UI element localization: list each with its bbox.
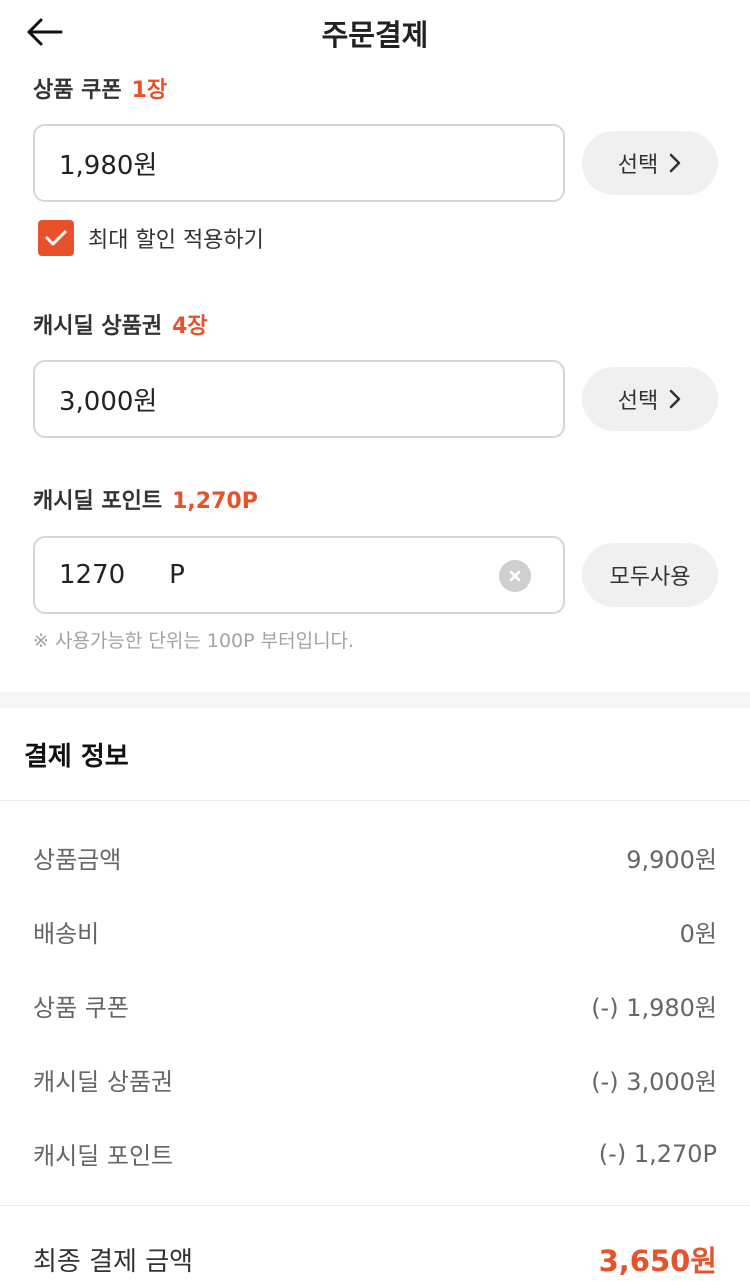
voucher-section-label: 캐시딜 상품권 4장 (33, 308, 208, 340)
payment-row-value: (-) 1,980원 (591, 994, 717, 1022)
coupon-label: 상품 쿠폰 (33, 78, 122, 103)
points-use-all-label: 모두사용 (609, 565, 691, 590)
voucher-count: 4장 (172, 314, 208, 339)
divider (0, 1205, 750, 1206)
payment-row-label: 배송비 (33, 920, 100, 948)
points-hint: ※ 사용가능한 단위는 100P 부터입니다. (33, 630, 355, 652)
payment-row-value: 9,900원 (626, 846, 717, 874)
points-input-field[interactable]: 1270 P (33, 536, 565, 614)
payment-row-label: 캐시딜 상품권 (33, 1068, 174, 1096)
max-discount-label: 최대 할인 적용하기 (88, 228, 264, 253)
payment-row-label: 상품금액 (33, 846, 122, 874)
points-unit: P (169, 560, 185, 590)
voucher-select-button[interactable]: 선택 (582, 367, 718, 431)
payment-row-coupon: 상품 쿠폰 (-) 1,980원 (33, 988, 717, 1023)
max-discount-checkbox[interactable] (38, 220, 74, 256)
payment-row-points: 캐시딜 포인트 (-) 1,270P (33, 1136, 717, 1171)
payment-row-value: (-) 1,270P (598, 1139, 717, 1168)
voucher-select-label: 선택 (617, 389, 659, 414)
payment-row-value: (-) 3,000원 (591, 1068, 717, 1096)
chevron-right-icon (668, 388, 682, 410)
divider (0, 800, 750, 801)
coupon-section-label: 상품 쿠폰 1장 (33, 72, 167, 104)
payment-total-row: 최종 결제 금액 3,650원 (33, 1238, 717, 1280)
points-label: 캐시딜 포인트 (33, 489, 163, 514)
coupon-amount-value: 1,980원 (59, 150, 158, 181)
payment-row-shipping: 배송비 0원 (33, 914, 717, 949)
payment-row-product-price: 상품금액 9,900원 (33, 840, 717, 875)
total-value: 3,650원 (598, 1244, 717, 1278)
header: 주문결제 (0, 0, 750, 64)
clear-x-icon (509, 570, 521, 582)
page-title: 주문결제 (321, 18, 429, 52)
section-divider (0, 692, 750, 708)
points-available: 1,270P (172, 489, 258, 514)
payment-row-label: 상품 쿠폰 (33, 994, 129, 1022)
max-discount-row: 최대 할인 적용하기 (38, 220, 264, 256)
points-section-label: 캐시딜 포인트 1,270P (33, 483, 258, 515)
voucher-label: 캐시딜 상품권 (33, 314, 163, 339)
payment-row-voucher: 캐시딜 상품권 (-) 3,000원 (33, 1062, 717, 1097)
points-clear-button[interactable] (499, 560, 531, 592)
payment-info-title: 결제 정보 (24, 742, 129, 772)
payment-row-label: 캐시딜 포인트 (33, 1142, 174, 1170)
coupon-select-label: 선택 (617, 153, 659, 178)
chevron-right-icon (668, 152, 682, 174)
points-use-all-button[interactable]: 모두사용 (582, 543, 718, 607)
payment-row-value: 0원 (679, 920, 717, 948)
voucher-amount-field[interactable]: 3,000원 (33, 360, 565, 438)
total-label: 최종 결제 금액 (33, 1246, 194, 1277)
points-input-value: 1270 (59, 560, 126, 590)
coupon-amount-field[interactable]: 1,980원 (33, 124, 565, 202)
coupon-count: 1장 (131, 78, 168, 103)
coupon-select-button[interactable]: 선택 (582, 131, 718, 195)
check-icon (45, 230, 67, 246)
voucher-amount-value: 3,000원 (59, 386, 158, 417)
